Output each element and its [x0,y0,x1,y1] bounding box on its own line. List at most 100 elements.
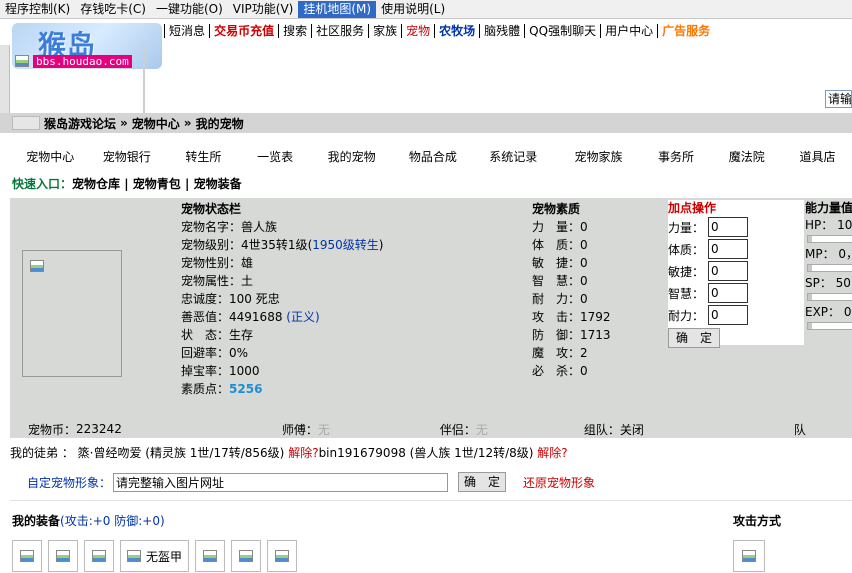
level-label: 宠物级别： [181,238,242,252]
quality-label: 攻 击： [532,310,581,324]
menu-item[interactable]: 存钱吃卡(C) [75,1,151,18]
disciple-1-release-link[interactable]: 解除? [288,446,318,460]
menu-item[interactable]: 使用说明(L) [376,1,450,18]
add-point-input[interactable] [708,217,749,237]
nav-link[interactable]: 广告服务 [658,24,714,38]
menu-item[interactable]: 一键功能(O) [151,1,228,18]
add-points-panel: 加点操作 力量： 体质： 敏捷： 智慧： 耐力： 确 定 [668,200,804,348]
nav-link[interactable]: 短消息 [165,24,211,38]
add-points-title: 加点操作 [668,201,717,215]
partner-label: 伴侣： [439,422,476,437]
tab-item[interactable]: 宠物家族 [555,148,641,165]
pet-gender: 雄 [241,256,254,270]
tab-item[interactable]: 道具店 [783,148,852,165]
tab-item[interactable]: 物品合成 [395,148,472,165]
equip-slot[interactable] [12,540,42,572]
add-point-input[interactable] [708,283,749,303]
nav-link[interactable]: 家族 [369,24,403,38]
rebirth-link[interactable]: 1950级转生 [312,238,379,252]
pet-coins: 223242 [76,422,122,436]
broken-image-icon [92,550,106,562]
quality-value: 0 [580,256,588,270]
pet-karma: 4491688 [229,310,283,324]
breadcrumb-home-image [12,116,40,130]
quality-label: 必 杀： [532,364,581,378]
tab-item[interactable]: 系统记录 [471,148,555,165]
custom-avatar-row: 自定宠物形象： 确 定 还原宠物形象 [27,472,595,492]
quality-value: 2 [580,346,588,360]
tab-item[interactable]: 魔法院 [710,148,783,165]
add-point-row: 智慧： [668,282,804,304]
equip-slot[interactable] [231,540,262,572]
sp-bar [807,293,852,301]
tab-item[interactable]: 转生所 [165,148,242,165]
menu-item[interactable]: VIP功能(V) [228,1,299,18]
tab-item[interactable]: 一览表 [242,148,309,165]
equip-stats: (攻击:+0 防御:+0) [60,514,165,528]
broken-image-icon [127,550,141,562]
nav-link[interactable]: 社区服务 [312,24,370,38]
add-point-input[interactable] [708,305,749,325]
menu-item[interactable]: 挂机地图(M) [298,0,377,18]
broken-image-icon [56,550,70,562]
nav-link[interactable]: 用户中心 [601,24,659,38]
breadcrumb-item[interactable]: 宠物中心 [132,115,180,132]
nav-link[interactable]: 宠物 [402,24,436,38]
name-label: 宠物名字： [181,220,242,234]
broken-image-icon [203,550,218,562]
quality-value: 0 [580,364,588,378]
reset-avatar-link[interactable]: 还原宠物形象 [523,474,595,491]
nav-link[interactable]: 脑残體 [480,24,526,38]
quick-link-equip[interactable]: 宠物装备 [194,177,242,191]
add-points-confirm-button[interactable]: 确 定 [668,328,720,348]
tab-item[interactable]: 宠物中心 [12,148,89,165]
equip-slot[interactable] [84,540,114,572]
master-label: 师傅： [281,422,318,437]
quality-value: 0 [580,292,588,306]
nav-link[interactable]: 农牧场 [435,24,481,38]
equip-slot-armor[interactable]: 无盔甲 [120,540,190,572]
add-point-input[interactable] [708,239,749,259]
search-input[interactable]: 请输 [825,90,852,108]
tab-item[interactable]: 宠物银行 [89,148,166,165]
add-point-label: 耐力： [668,308,705,323]
avatar-url-input[interactable] [113,472,449,492]
quality-panel: 宠物素质 力 量：0 体 质：0 敏 捷：0 智 慧：0 耐 力：0 攻 击：1792 防 … [531,200,667,382]
disciple-2-release-link[interactable]: 解除? [537,446,567,460]
quality-label: 素质点： [181,382,230,396]
add-point-input[interactable] [708,261,749,281]
pet-tabs: 宠物中心 宠物银行 转生所 一览表 我的宠物 物品合成 系统记录 宠物家族 事务所 魔法院 道具店 [0,144,852,168]
quick-sep: | [185,177,190,191]
nav-link[interactable]: 搜索 [279,24,313,38]
equip-slot[interactable] [195,540,226,572]
quality-row: 体 质：0 [531,236,667,254]
quality-row: 攻 击：1792 [531,308,667,326]
equip-slot[interactable] [48,540,78,572]
pet-loyalty: 100 死忠 [229,292,280,306]
disciple-1: 篜·曾经吻爱 (精灵族 1世/17转/856级) [77,446,285,460]
attack-slot[interactable] [733,540,765,572]
breadcrumb-item[interactable]: 猴岛游戏论坛 [44,115,116,132]
avatar-confirm-button[interactable]: 确 定 [458,472,507,492]
broken-image-icon [15,55,29,67]
tab-item[interactable]: 我的宠物 [309,148,395,165]
frame-divider [143,45,145,115]
quick-entry: 快速入口：宠物仓库 | 宠物青包 | 宠物装备 [12,175,242,192]
nav-link[interactable]: QQ强制聊天 [525,24,602,38]
quality-label: 力 量： [532,220,581,234]
drop-label: 掉宝率： [181,364,230,378]
tab-item[interactable]: 事务所 [642,148,711,165]
breadcrumb-item[interactable]: 我的宠物 [196,115,244,132]
quick-link-warehouse[interactable]: 宠物仓库 [72,177,120,191]
custom-avatar-label: 自定宠物形象： [27,475,112,490]
pet-state: 生存 [229,328,254,342]
menu-item[interactable]: 程序控制(K) [0,1,75,18]
pet-attr: 土 [241,274,254,288]
nav-link[interactable]: 交易币充值 [210,24,280,38]
team-label: 组队： [583,422,620,437]
site-url[interactable]: bbs.houdao.com [33,55,132,68]
quick-link-bag[interactable]: 宠物青包 [133,177,181,191]
equip-slot[interactable] [267,540,298,572]
left-frame [0,45,10,113]
quality-row: 敏 捷：0 [531,254,667,272]
